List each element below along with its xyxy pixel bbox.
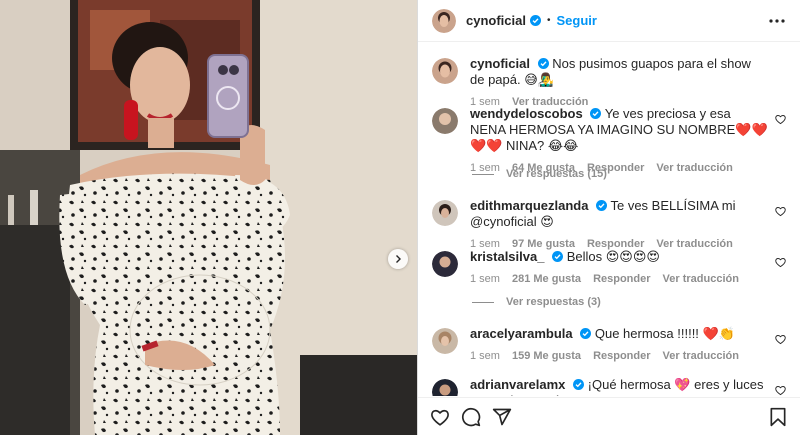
reply-button[interactable]: Responder [593,350,650,362]
bookmark-icon [770,407,786,426]
post-header: cynoficial • Seguir [418,0,800,42]
author-avatar[interactable] [432,58,458,84]
comment-meta: 1 sem 281 Me gusta Responder Ver traducc… [470,273,768,285]
save-button[interactable] [766,405,790,429]
caption-text: cynoficial Nos pusimos guapos para el sh… [470,56,768,88]
comment-item: wendydeloscobos Ye ves preciosa y esa NE… [432,106,786,174]
post-dialog: cynoficial • Seguir cynoficial Nos pusim… [0,0,800,435]
heart-icon[interactable] [775,114,786,125]
commenter-avatar[interactable] [432,251,458,277]
next-image-button[interactable] [388,249,408,269]
photo-illustration [0,0,417,435]
comment-text: Que hermosa !!!!!! ❤️👏 [594,326,735,341]
verified-badge-icon [552,251,564,262]
share-button[interactable] [490,405,514,429]
comment-username[interactable]: aracelyarambula [470,326,573,341]
send-icon [492,408,512,425]
view-replies-label: Ver respuestas (3) [506,296,601,308]
verified-badge-icon [596,200,608,211]
reply-button[interactable]: Responder [593,273,650,285]
commenter-avatar[interactable] [432,328,458,354]
caption-username[interactable]: cynoficial [470,56,530,71]
comment-username[interactable]: kristalsilva_ [470,249,544,264]
heart-icon[interactable] [775,334,786,345]
comment-icon [461,407,481,426]
verified-badge-icon [580,328,592,339]
comment-text: Bellos 😍😍😍😍 [566,249,660,264]
comment-item: adrianvarelamx ¡Qué hermosa 💖 eres y luc… [432,377,786,396]
like-button[interactable] [428,405,452,429]
author-username[interactable]: cynoficial [466,13,526,28]
view-replies-button[interactable]: Ver respuestas (3) [472,296,601,308]
more-options-icon [769,18,785,23]
translate-link[interactable]: Ver traducción [663,273,739,285]
comment-time[interactable]: 1 sem [470,273,500,285]
comments-list: cynoficial Nos pusimos guapos para el sh… [418,43,800,396]
view-replies-button[interactable]: Ver respuestas (15) [472,168,607,180]
heart-icon [431,409,449,426]
heart-icon[interactable] [775,385,786,396]
comment-item: aracelyarambula Que hermosa !!!!!! ❤️👏 1… [432,326,786,362]
author-avatar[interactable] [432,8,456,33]
verified-badge-icon [537,58,549,69]
replies-divider [472,301,494,303]
replies-divider [472,173,494,175]
post-side-panel: cynoficial • Seguir cynoficial Nos pusim… [417,0,800,435]
verified-badge-icon [573,379,585,390]
comment-username[interactable]: wendydeloscobos [470,106,583,121]
translate-link[interactable]: Ver traducción [663,350,739,362]
verified-badge-icon [529,15,541,26]
view-replies-label: Ver respuestas (15) [506,168,607,180]
post-actions-bar [418,397,800,435]
commenter-avatar[interactable] [432,379,458,396]
chevron-right-icon [396,255,401,263]
commenter-avatar[interactable] [432,108,458,134]
comment-item: edithmarquezlanda Te ves BELLÍSIMA mi @c… [432,198,786,250]
comment-username[interactable]: edithmarquezlanda [470,198,588,213]
header-separator: • [546,15,551,26]
comment-likes[interactable]: 159 Me gusta [512,350,581,362]
translate-link[interactable]: Ver traducción [656,162,732,174]
post-caption: cynoficial Nos pusimos guapos para el sh… [432,56,786,108]
heart-icon[interactable] [775,257,786,268]
comment-likes[interactable]: 281 Me gusta [512,273,581,285]
post-image [0,0,417,435]
comment-meta: 1 sem 159 Me gusta Responder Ver traducc… [470,350,768,362]
heart-icon[interactable] [775,206,786,217]
follow-button[interactable]: Seguir [556,13,596,28]
comment-time[interactable]: 1 sem [470,350,500,362]
commenter-avatar[interactable] [432,200,458,226]
comment-item: kristalsilva_ Bellos 😍😍😍😍 1 sem 281 Me g… [432,249,786,285]
comment-button[interactable] [459,405,483,429]
verified-badge-icon [590,108,602,119]
comment-username[interactable]: adrianvarelamx [470,377,565,392]
more-options-button[interactable] [766,10,788,32]
